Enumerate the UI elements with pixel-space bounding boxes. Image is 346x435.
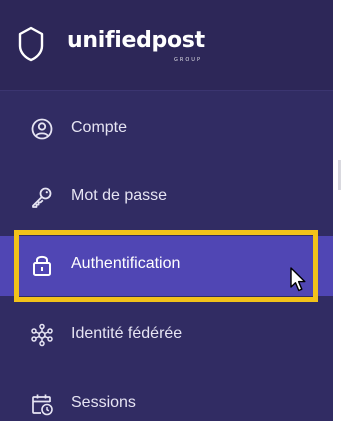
account-circle-icon bbox=[30, 117, 54, 141]
highlight-frame bbox=[14, 230, 318, 302]
sidebar-item-label: Mot de passe bbox=[71, 187, 168, 204]
content-area-edge bbox=[333, 0, 346, 421]
sidebar-item-label: Identité fédérée bbox=[71, 325, 183, 342]
calendar-clock-icon bbox=[30, 392, 54, 416]
content-divider bbox=[338, 160, 341, 190]
sidebar-item-label: Compte bbox=[71, 119, 128, 136]
brand-name: unifiedpost bbox=[67, 28, 205, 53]
sidebar: unifiedpost GROUP Compte Mot de passe Au… bbox=[0, 0, 333, 421]
key-icon bbox=[30, 185, 54, 209]
sidebar-item-mot-de-passe[interactable]: Mot de passe bbox=[0, 168, 333, 228]
sidebar-item-compte[interactable]: Compte bbox=[0, 100, 333, 160]
brand-header: unifiedpost GROUP bbox=[0, 0, 333, 91]
mouse-pointer-icon bbox=[290, 267, 307, 293]
sidebar-item-label: Sessions bbox=[71, 394, 136, 411]
sidebar-item-identite-federee[interactable]: Identité fédérée bbox=[0, 306, 333, 366]
network-hub-icon bbox=[30, 323, 54, 347]
brand-subtitle: GROUP bbox=[174, 57, 202, 63]
shield-outline-icon bbox=[18, 26, 44, 62]
sidebar-item-sessions[interactable]: Sessions bbox=[0, 375, 333, 435]
